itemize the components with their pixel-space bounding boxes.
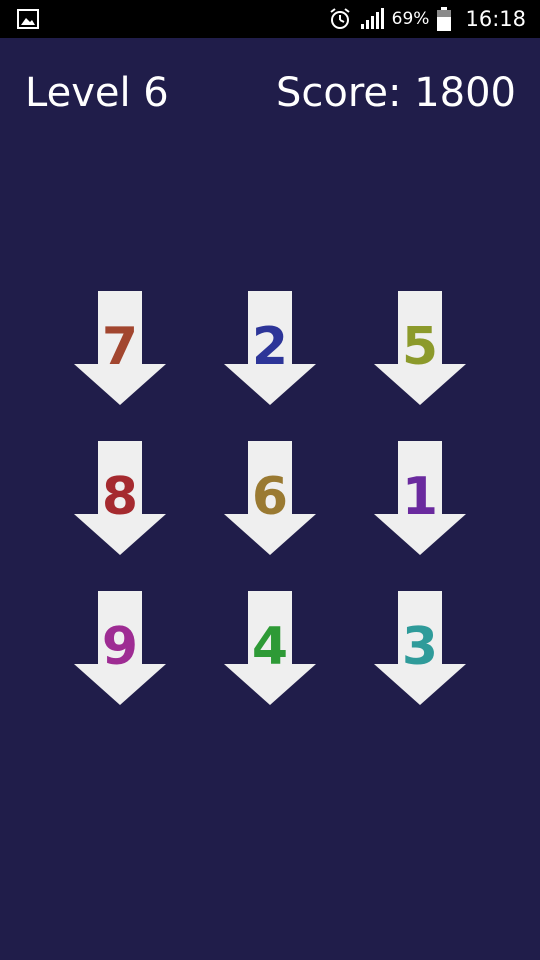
status-icons: 69% 16:18	[328, 0, 526, 38]
arrow-tile[interactable]: 2	[224, 291, 316, 405]
arrow-tile[interactable]: 6	[224, 441, 316, 555]
tile-number: 8	[101, 467, 139, 527]
score-label: Score: 1800	[275, 70, 516, 116]
gallery-icon	[17, 9, 39, 29]
arrow-tile[interactable]: 8	[74, 441, 166, 555]
tile-number: 6	[251, 467, 289, 527]
arrow-tile[interactable]: 3	[374, 591, 466, 705]
tile-number: 7	[101, 317, 139, 377]
clock: 16:18	[465, 7, 526, 31]
arrow-tile[interactable]: 7	[74, 291, 166, 405]
tile-number: 2	[251, 317, 289, 377]
arrow-tile[interactable]: 1	[374, 441, 466, 555]
tile-number: 5	[401, 317, 439, 377]
status-bar: 69% 16:18	[0, 0, 540, 38]
arrow-tile[interactable]: 4	[224, 591, 316, 705]
battery-percent: 69%	[391, 9, 430, 29]
arrow-tile[interactable]: 9	[74, 591, 166, 705]
battery-icon	[437, 7, 452, 31]
level-label: Level 6	[25, 70, 169, 116]
tile-number: 9	[101, 617, 139, 677]
arrow-tile[interactable]: 5	[374, 291, 466, 405]
alarm-icon	[330, 8, 350, 29]
tile-number: 1	[401, 467, 439, 527]
tile-number: 3	[401, 617, 439, 677]
signal-icon	[360, 8, 384, 29]
tile-number: 4	[251, 617, 289, 677]
